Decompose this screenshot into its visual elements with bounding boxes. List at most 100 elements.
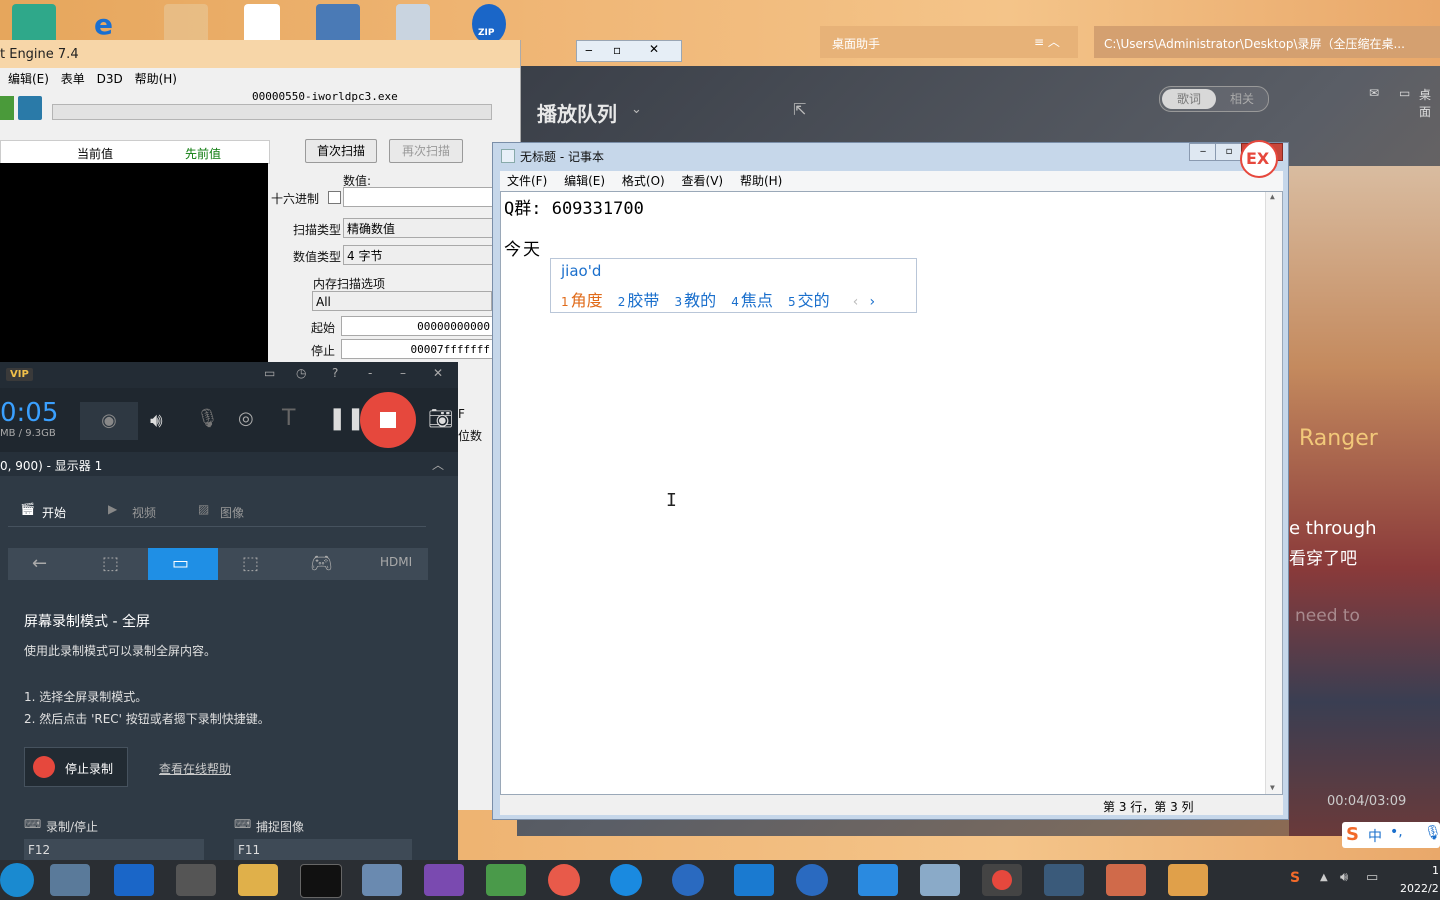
taskbar-e-icon[interactable] bbox=[114, 864, 154, 896]
start-input[interactable]: 00000000000 bbox=[341, 316, 493, 336]
stop-record-button[interactable] bbox=[360, 392, 416, 448]
desktop-label[interactable]: 桌面 bbox=[1419, 86, 1440, 120]
value-type-select[interactable]: 4 字节 bbox=[343, 245, 493, 265]
desktop-icon-app3[interactable] bbox=[164, 4, 208, 44]
candidate-4[interactable]: 4 焦点 bbox=[731, 291, 773, 310]
candidate-2[interactable]: 2 胶带 bbox=[618, 291, 660, 310]
taskbar-folder-icon[interactable] bbox=[238, 864, 278, 896]
hotkey-cap-input[interactable]: F11 bbox=[234, 839, 412, 860]
cursor-icon[interactable]: ◎ bbox=[238, 408, 254, 429]
tab-image[interactable]: 图像 bbox=[220, 504, 244, 521]
network-icon[interactable]: ▭ bbox=[1366, 870, 1378, 885]
taskbar-computer-icon[interactable] bbox=[50, 864, 90, 896]
maximize-icon[interactable]: ▫ bbox=[1215, 143, 1243, 161]
desktop-icon-app5[interactable] bbox=[316, 4, 360, 44]
next-scan-button[interactable]: 再次扫描 bbox=[389, 139, 463, 163]
taskbar-k-icon[interactable] bbox=[610, 864, 642, 896]
results-list[interactable] bbox=[0, 163, 268, 363]
ce-menu-help[interactable]: 帮助(H) bbox=[135, 72, 177, 86]
close-icon[interactable]: ✕ bbox=[649, 42, 659, 56]
desktop-icon-ie[interactable]: e bbox=[88, 4, 132, 44]
taskbar-notepad-icon[interactable] bbox=[920, 864, 960, 896]
menu-icon[interactable]: ≡ ︿ bbox=[1034, 33, 1060, 50]
stop-record-button-large[interactable]: 停止录制 bbox=[24, 747, 128, 787]
scroll-down-icon[interactable]: ▼ bbox=[1270, 783, 1275, 792]
next-page-icon[interactable]: › bbox=[869, 294, 875, 310]
mode-hdmi-button[interactable]: HDMI bbox=[358, 548, 428, 580]
taskbar-gamepad-icon[interactable] bbox=[858, 864, 898, 896]
chevron-down-icon[interactable]: ⌄ bbox=[631, 102, 642, 117]
tab-video[interactable]: 视频 bbox=[132, 504, 156, 521]
candidate-1[interactable]: 1 角度 bbox=[561, 291, 603, 310]
tab-lyrics[interactable]: 歌词 bbox=[1162, 89, 1216, 109]
col-current[interactable]: 当前值 bbox=[77, 145, 113, 162]
close-icon[interactable]: ✕ bbox=[433, 366, 443, 380]
explorer-window[interactable]: C:\Users\Administrator\Desktop\录屏（全压缩在桌.… bbox=[1094, 26, 1440, 58]
dash-icon[interactable]: - bbox=[368, 366, 372, 380]
clock-date[interactable]: 2022/2 bbox=[1400, 882, 1439, 895]
maximize-icon[interactable]: ▫ bbox=[613, 43, 621, 57]
speaker-icon[interactable]: 🔊︎ bbox=[150, 408, 163, 432]
candidate-5[interactable]: 5 交的 bbox=[788, 291, 830, 310]
taskbar-settings-icon[interactable] bbox=[176, 864, 216, 896]
taskbar-browser-icon[interactable] bbox=[548, 864, 580, 896]
history-icon[interactable]: ◷ bbox=[296, 366, 306, 380]
scan-type-select[interactable]: 精确数值 bbox=[343, 218, 493, 238]
taskbar-app-icon[interactable] bbox=[1106, 864, 1146, 896]
desktop-icon-app4[interactable] bbox=[244, 4, 280, 44]
save-icon[interactable] bbox=[18, 96, 42, 120]
start-button[interactable] bbox=[0, 863, 34, 897]
ce-menu-edit[interactable]: 编辑(E) bbox=[8, 72, 49, 86]
np-menu-view[interactable]: 查看(V) bbox=[682, 174, 724, 188]
mode-game-button[interactable]: 🎮︎ bbox=[288, 548, 358, 580]
mode-select-button[interactable]: ⬚ bbox=[218, 548, 288, 580]
np-menu-help[interactable]: 帮助(H) bbox=[740, 174, 782, 188]
chevron-up-icon[interactable]: ︿ bbox=[432, 456, 444, 473]
taskbar-cheat-engine-icon[interactable] bbox=[1044, 864, 1084, 896]
minimize-icon[interactable]: – bbox=[400, 366, 406, 380]
camera-icon[interactable]: 📷︎ bbox=[428, 406, 453, 430]
taskbar-ie2-icon[interactable] bbox=[796, 864, 828, 896]
ce-menu-table[interactable]: 表单 bbox=[61, 72, 85, 86]
taskbar-recorder-icon[interactable] bbox=[982, 864, 1022, 896]
minimize-icon[interactable]: ‒ bbox=[1189, 143, 1217, 161]
first-scan-button[interactable]: 首次扫描 bbox=[305, 139, 377, 163]
mic-icon[interactable]: 🎙︎ bbox=[196, 408, 219, 429]
mode-fullscreen-button[interactable]: ▭ bbox=[148, 548, 218, 580]
open-process-icon[interactable] bbox=[0, 96, 14, 120]
vertical-scrollbar[interactable]: ▲ ▼ bbox=[1265, 192, 1282, 794]
np-menu-edit[interactable]: 编辑(E) bbox=[564, 174, 605, 188]
webcam-icon[interactable]: ◉ bbox=[80, 402, 138, 440]
desktop-lyric-icon[interactable]: ▭ bbox=[1399, 86, 1410, 100]
share-icon[interactable]: ⇱ bbox=[793, 100, 806, 119]
taskbar-ie-icon[interactable] bbox=[672, 864, 704, 896]
volume-icon[interactable]: 🔊︎ bbox=[1340, 870, 1348, 885]
desktop-icon-gear[interactable] bbox=[396, 4, 430, 44]
tab-related[interactable]: 相关 bbox=[1220, 89, 1264, 109]
desktop-helper-window[interactable]: 桌面助手 ≡ ︿ bbox=[820, 26, 1078, 58]
hex-checkbox[interactable] bbox=[328, 191, 341, 204]
stop-input[interactable]: 00007fffffff bbox=[341, 339, 493, 359]
taskbar-voice-icon[interactable] bbox=[734, 864, 774, 896]
clock-time[interactable]: 1 bbox=[1432, 864, 1439, 877]
taskbar-game-icon[interactable] bbox=[486, 864, 526, 896]
hotkey-rec-input[interactable]: F12 bbox=[24, 839, 204, 860]
help-link[interactable]: 查看在线帮助 bbox=[159, 760, 231, 777]
tab-start[interactable]: 开始 bbox=[42, 504, 66, 521]
ime-ex-badge[interactable]: EX bbox=[1240, 140, 1278, 178]
np-menu-file[interactable]: 文件(F) bbox=[507, 174, 547, 188]
taskbar-mario-icon[interactable] bbox=[1168, 864, 1208, 896]
prev-page-icon[interactable]: ‹ bbox=[853, 294, 859, 310]
music-tab-switch[interactable]: 歌词 相关 bbox=[1159, 86, 1269, 112]
text-icon[interactable]: T bbox=[282, 406, 295, 431]
ime-status-bar[interactable]: S 中 •, 🎙︎ bbox=[1342, 822, 1440, 848]
candidate-3[interactable]: 3 教的 bbox=[675, 291, 717, 310]
col-previous[interactable]: 先前值 bbox=[185, 145, 221, 162]
sogou-tray-icon[interactable]: S bbox=[1290, 870, 1300, 886]
display-selector[interactable]: 0, 900) - 显示器 1 ︿ bbox=[0, 452, 458, 476]
desktop-icon-zip[interactable]: ZIP bbox=[472, 4, 506, 44]
np-menu-format[interactable]: 格式(O) bbox=[622, 174, 665, 188]
taskbar-cmd-icon[interactable] bbox=[300, 864, 342, 898]
desktop-icon-app1[interactable] bbox=[12, 4, 56, 44]
value-input[interactable] bbox=[343, 187, 493, 207]
